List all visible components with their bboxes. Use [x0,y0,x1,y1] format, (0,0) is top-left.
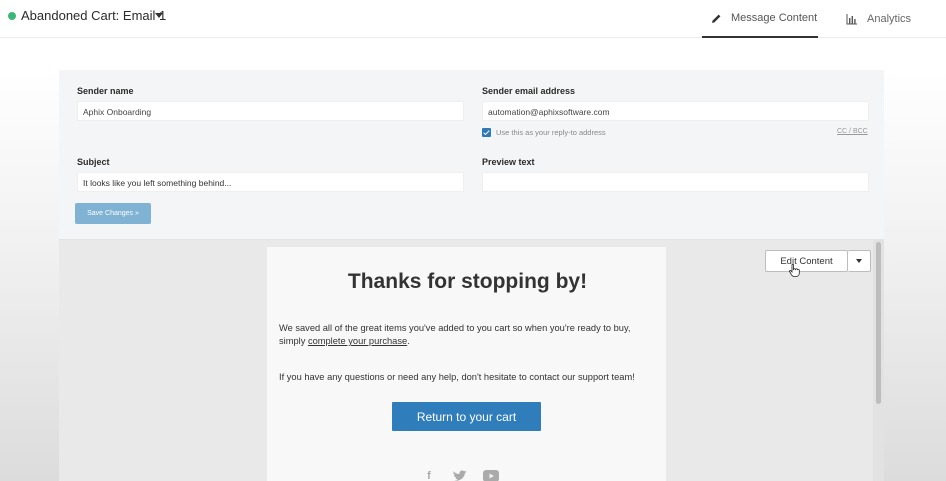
complete-purchase-link[interactable]: complete your purchase [308,336,407,346]
sender-email-label: Sender email address [482,86,576,96]
cc-bcc-link[interactable]: CC / BCC [837,128,868,135]
pencil-icon [709,11,723,25]
youtube-icon[interactable] [483,470,499,481]
preview-text-label: Preview text [482,157,535,167]
tab-label: Message Content [731,12,818,24]
subject-field[interactable]: It looks like you left something behind.… [77,172,464,192]
chevron-down-icon[interactable] [155,13,163,18]
tab-message-content[interactable]: Message Content [702,0,818,38]
sender-name-label: Sender name [77,86,134,96]
facebook-icon[interactable]: f [421,470,437,481]
email-settings-panel [59,70,884,240]
tab-analytics[interactable]: Analytics [845,0,925,38]
paragraph-line-2-prefix: simply [279,336,308,346]
preview-text-field[interactable] [482,172,869,192]
paragraph-suffix: . [407,336,410,346]
subject-label: Subject [77,157,110,167]
paragraph-line-1: We saved all of the great items you've a… [279,323,631,333]
hand-cursor-icon [789,263,800,282]
save-changes-button[interactable]: Save Changes » [75,203,151,224]
campaign-title[interactable]: Abandoned Cart: Email 1 [21,8,166,23]
tab-label: Analytics [867,13,912,25]
social-links: f [421,470,499,481]
bar-chart-icon [845,12,859,26]
email-paragraph-1: We saved all of the great items you've a… [279,322,631,348]
sender-name-field[interactable]: Aphix Onboarding [77,101,464,121]
sender-email-field[interactable]: automation@aphixsoftware.com [482,101,869,121]
status-dot [8,12,16,20]
return-to-cart-button[interactable]: Return to your cart [392,402,541,431]
top-bar: Abandoned Cart: Email 1 Message Content … [0,0,946,38]
twitter-icon[interactable] [452,470,468,481]
edit-content-dropdown[interactable] [848,250,871,272]
caret-down-icon [856,259,862,263]
reply-to-label: Use this as your reply-to address [496,128,606,137]
preview-scrollbar-thumb[interactable] [876,242,881,404]
edit-content-button[interactable]: Edit Content [765,250,848,272]
email-paragraph-2: If you have any questions or need any he… [279,372,635,382]
reply-to-checkbox[interactable] [482,128,491,137]
